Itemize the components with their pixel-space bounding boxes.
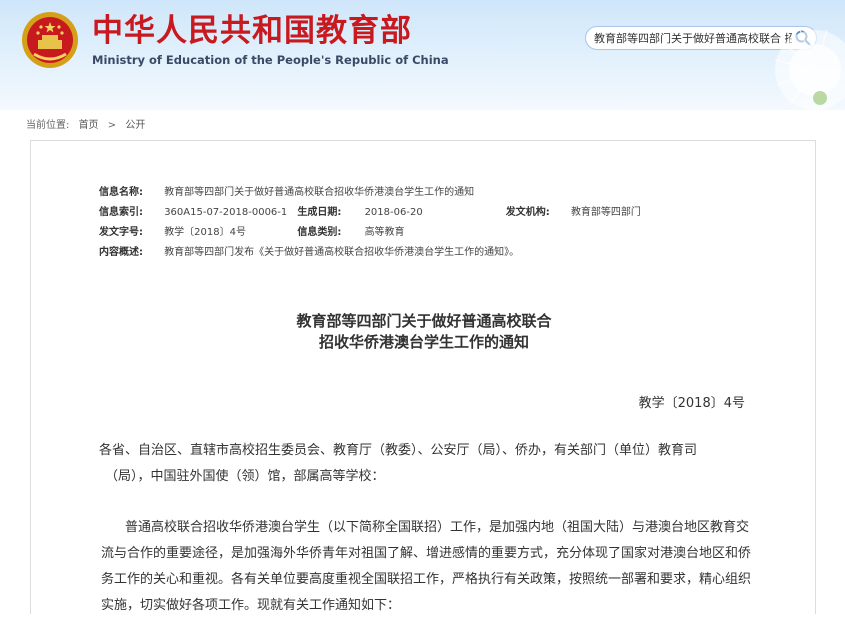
info-name-label: 信息名称:	[99, 187, 143, 198]
body-line3: 务工作的关心和重视。各有关单位要高度重视全国联招工作，严格执行有关政策，按照统一…	[101, 572, 752, 587]
national-emblem-icon[interactable]	[20, 10, 80, 70]
info-summary-value: 教育部等四部门发布《关于做好普通高校联合招收华侨港澳台学生工作的通知》。	[164, 247, 520, 258]
info-category-value: 高等教育	[364, 227, 405, 238]
site-header: 中华人民共和国教育部 Ministry of Education of the …	[0, 0, 845, 110]
info-index-label: 信息索引:	[99, 207, 143, 218]
info-docno-label: 发文字号:	[99, 227, 143, 238]
body-line4: 实施，切实做好各项工作。现就有关工作通知如下：	[101, 598, 401, 613]
breadcrumb-label: 当前位置:	[26, 120, 70, 131]
document-title-line1: 教育部等四部门关于做好普通高校联合	[296, 312, 552, 330]
info-name-value: 教育部等四部门关于做好普通高校联合招收华侨港澳台学生工作的通知	[164, 187, 475, 198]
site-subtitle: Ministry of Education of the People's Re…	[92, 53, 449, 67]
breadcrumb-separator: >	[107, 120, 117, 131]
document-title-line2: 招收华侨港澳台学生工作的通知	[318, 333, 529, 351]
info-row-name: 信息名称: 教育部等四部门关于做好普通高校联合招收华侨港澳台学生工作的通知	[99, 183, 641, 203]
info-row-index: 信息索引: 360A15-07-2018-0006-1 生成日期: 2018-0…	[99, 203, 641, 223]
info-row-docno: 发文字号: 教学〔2018〕4号 信息类别: 高等教育	[99, 223, 641, 243]
info-date-label: 生成日期:	[297, 207, 342, 218]
breadcrumb: 当前位置: 首页 > 公开	[26, 116, 151, 131]
info-summary-label: 内容概述:	[99, 247, 143, 258]
site-title[interactable]: 中华人民共和国教育部	[92, 12, 412, 50]
addressee-line1: 各省、自治区、直辖市高校招生委员会、教育厅（教委）、公安厅（局）、侨办，有关部门…	[99, 443, 698, 458]
document-number: 教学〔2018〕4号	[638, 396, 745, 411]
info-issuer-label: 发文机构:	[505, 207, 550, 218]
dandelion-decoration-icon	[774, 29, 845, 110]
info-category-label: 信息类别:	[297, 227, 342, 238]
info-issuer-value: 教育部等四部门	[570, 207, 641, 218]
info-docno-value: 教学〔2018〕4号	[164, 227, 246, 238]
body-line2: 流与合作的重要途径，是加强海外华侨青年对祖国了解、增进感情的重要方式，充分体现了…	[101, 546, 752, 561]
addressee-line2: （局），中国驻外国使（领）馆，部属高等学校：	[105, 469, 385, 484]
breadcrumb-current-link[interactable]: 公开	[125, 120, 145, 131]
breadcrumb-home-link[interactable]: 首页	[79, 120, 99, 131]
article-panel: 信息名称: 教育部等四部门关于做好普通高校联合招收华侨港澳台学生工作的通知 信息…	[30, 140, 816, 614]
info-table: 信息名称: 教育部等四部门关于做好普通高校联合招收华侨港澳台学生工作的通知 信息…	[99, 183, 641, 263]
info-row-summary: 内容概述: 教育部等四部门发布《关于做好普通高校联合招收华侨港澳台学生工作的通知…	[99, 243, 641, 263]
info-index-value: 360A15-07-2018-0006-1	[164, 207, 288, 218]
info-date-value: 2018-06-20	[364, 207, 423, 218]
body-line1: 普通高校联合招收华侨港澳台学生（以下简称全国联招）工作，是加强内地（祖国大陆）与…	[125, 520, 750, 535]
